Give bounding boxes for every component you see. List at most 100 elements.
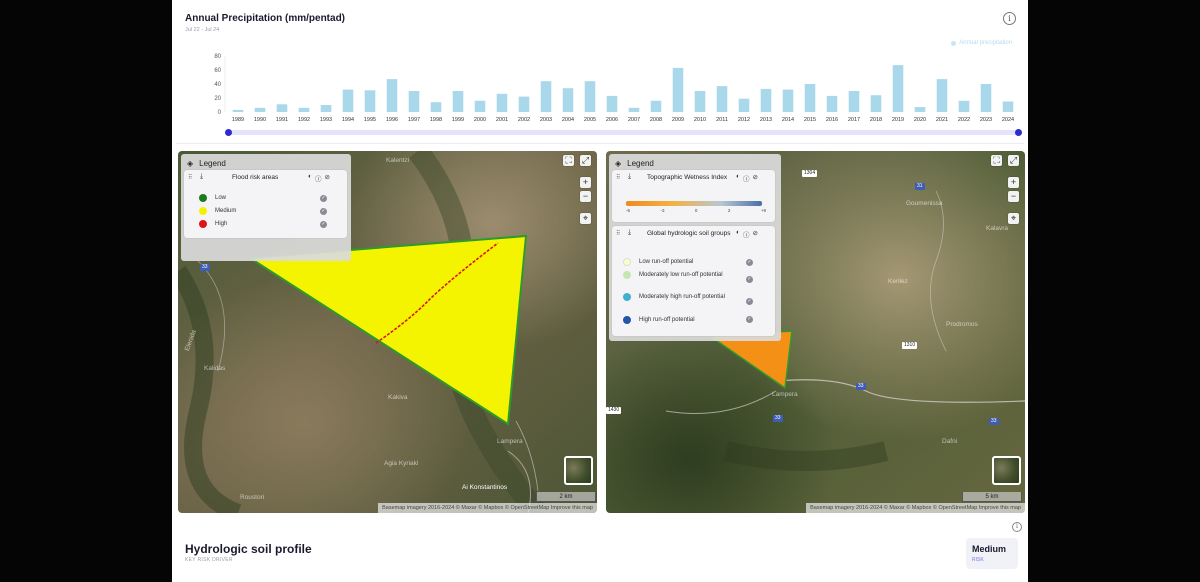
screenshot-icon[interactable]: ⛶ [991,155,1002,166]
fullscreen-icon[interactable]: ⤢ [580,155,591,166]
locate-icon[interactable]: ⌖ [1008,213,1019,224]
section-subtitle: KEY RISK DRIVER [185,557,233,563]
bar[interactable] [936,79,948,112]
legend-item-label: High [215,221,228,227]
y-tick-label: 60 [214,68,221,74]
bar[interactable] [848,91,860,112]
bar[interactable] [826,95,838,112]
info-icon[interactable]: i [1012,522,1022,532]
x-tick-label: 1995 [364,117,376,123]
x-tick-label: 2017 [848,117,860,123]
year-range-slider[interactable] [227,130,1019,135]
legend-header[interactable]: ◈ Legend [615,159,654,168]
check-icon[interactable]: ✓ [320,208,327,215]
slider-handle-end[interactable] [1015,129,1022,136]
bar[interactable] [628,107,640,112]
bar[interactable] [672,67,684,112]
bar[interactable] [694,91,706,112]
basemap-switcher[interactable] [564,456,593,485]
check-icon[interactable]: ✓ [320,221,327,228]
visibility-off-icon[interactable]: ⊘ [324,173,329,183]
bar[interactable] [496,93,508,112]
layers-icon: ◈ [187,159,194,168]
bar[interactable] [386,79,398,112]
zoom-out-button[interactable]: − [1008,191,1019,202]
map-attribution[interactable]: Basemap imagery 2016-2024 © Maxar © Mapb… [806,503,1025,513]
bar[interactable] [254,107,266,112]
bar[interactable] [562,88,574,112]
info-icon[interactable]: ⓘ [743,173,750,183]
check-icon[interactable]: ✓ [320,195,327,202]
drag-handle-icon[interactable]: ⠿ [616,174,620,181]
fullscreen-icon[interactable]: ⤢ [1008,155,1019,166]
opacity-icon[interactable]: ◐ [736,229,740,239]
bar[interactable] [584,81,596,112]
scale-bar: 2 km [536,492,596,502]
place-label: Goumenissa [906,200,943,207]
bar[interactable] [474,100,486,112]
screenshot-icon[interactable]: ⛶ [563,155,574,166]
bar[interactable] [870,95,882,112]
bar[interactable] [518,96,530,112]
check-icon[interactable]: ✓ [746,276,753,283]
visibility-off-icon[interactable]: ⊘ [752,229,757,239]
bar[interactable] [320,105,332,112]
check-icon[interactable]: ✓ [746,316,753,323]
x-tick-label: 2023 [980,117,992,123]
bar[interactable] [430,102,442,112]
bar[interactable] [298,107,310,112]
check-icon[interactable]: ✓ [746,298,753,305]
bar[interactable] [738,98,750,112]
legend-item: Low run-off potential [623,258,733,266]
download-icon[interactable]: ⤓ [200,173,203,181]
soil-group-layer-card: ⠿ ⤓ Global hydrologic soil groups ◐ ⓘ ⊘ … [612,226,775,336]
bar[interactable] [804,84,816,112]
basemap-switcher[interactable] [992,456,1021,485]
bar[interactable] [452,91,464,112]
drag-handle-icon[interactable]: ⠿ [188,174,192,181]
bar[interactable] [1002,101,1014,113]
bar[interactable] [232,109,244,112]
opacity-icon[interactable]: ◐ [308,173,312,183]
place-label: Agia Kyriaki [384,460,419,467]
info-icon[interactable]: ⓘ [743,229,750,239]
bar[interactable] [540,81,552,112]
bar[interactable] [782,89,794,112]
flood-risk-map[interactable]: ◈ Legend ⠿ ⤓ Flood risk areas ◐ ⓘ ⊘ Low … [178,151,597,513]
x-tick-label: 2024 [1002,117,1014,123]
zoom-in-button[interactable]: + [1008,177,1019,188]
bar[interactable] [408,91,420,112]
bar[interactable] [958,100,970,112]
bar[interactable] [980,84,992,112]
visibility-off-icon[interactable]: ⊘ [752,173,757,183]
legend-swatch [199,194,207,202]
bar[interactable] [716,86,728,112]
bar[interactable] [276,104,288,112]
legend-header[interactable]: ◈ Legend [187,159,226,168]
bar[interactable] [342,89,354,112]
info-icon[interactable]: ⓘ [315,173,322,183]
x-tick-label: 2013 [760,117,772,123]
bar[interactable] [760,88,772,112]
bar[interactable] [914,107,926,112]
bar[interactable] [892,65,904,112]
soil-wetness-map[interactable]: ◈ Legend ⠿ ⤓ Topographic Wetness Index ◐… [606,151,1025,513]
map-attribution[interactable]: Basemap imagery 2016-2024 © Maxar © Mapb… [378,503,597,513]
x-tick-label: 1991 [276,117,288,123]
zoom-in-button[interactable]: + [580,177,591,188]
locate-icon[interactable]: ⌖ [580,213,591,224]
x-tick-label: 2005 [584,117,596,123]
legend-item: High run-off potential [623,316,733,324]
check-icon[interactable]: ✓ [746,259,753,266]
bar[interactable] [650,100,662,112]
bar[interactable] [606,95,618,112]
x-tick-label: 2006 [606,117,618,123]
zoom-out-button[interactable]: − [580,191,591,202]
download-icon[interactable]: ⤓ [628,229,631,237]
bar[interactable] [364,90,376,112]
slider-handle-start[interactable] [225,129,232,136]
report-page: Annual Precipitation (mm/pentad) Jul 22 … [172,0,1028,582]
drag-handle-icon[interactable]: ⠿ [616,230,620,237]
download-icon[interactable]: ⤓ [628,173,631,181]
opacity-icon[interactable]: ◐ [736,173,740,183]
